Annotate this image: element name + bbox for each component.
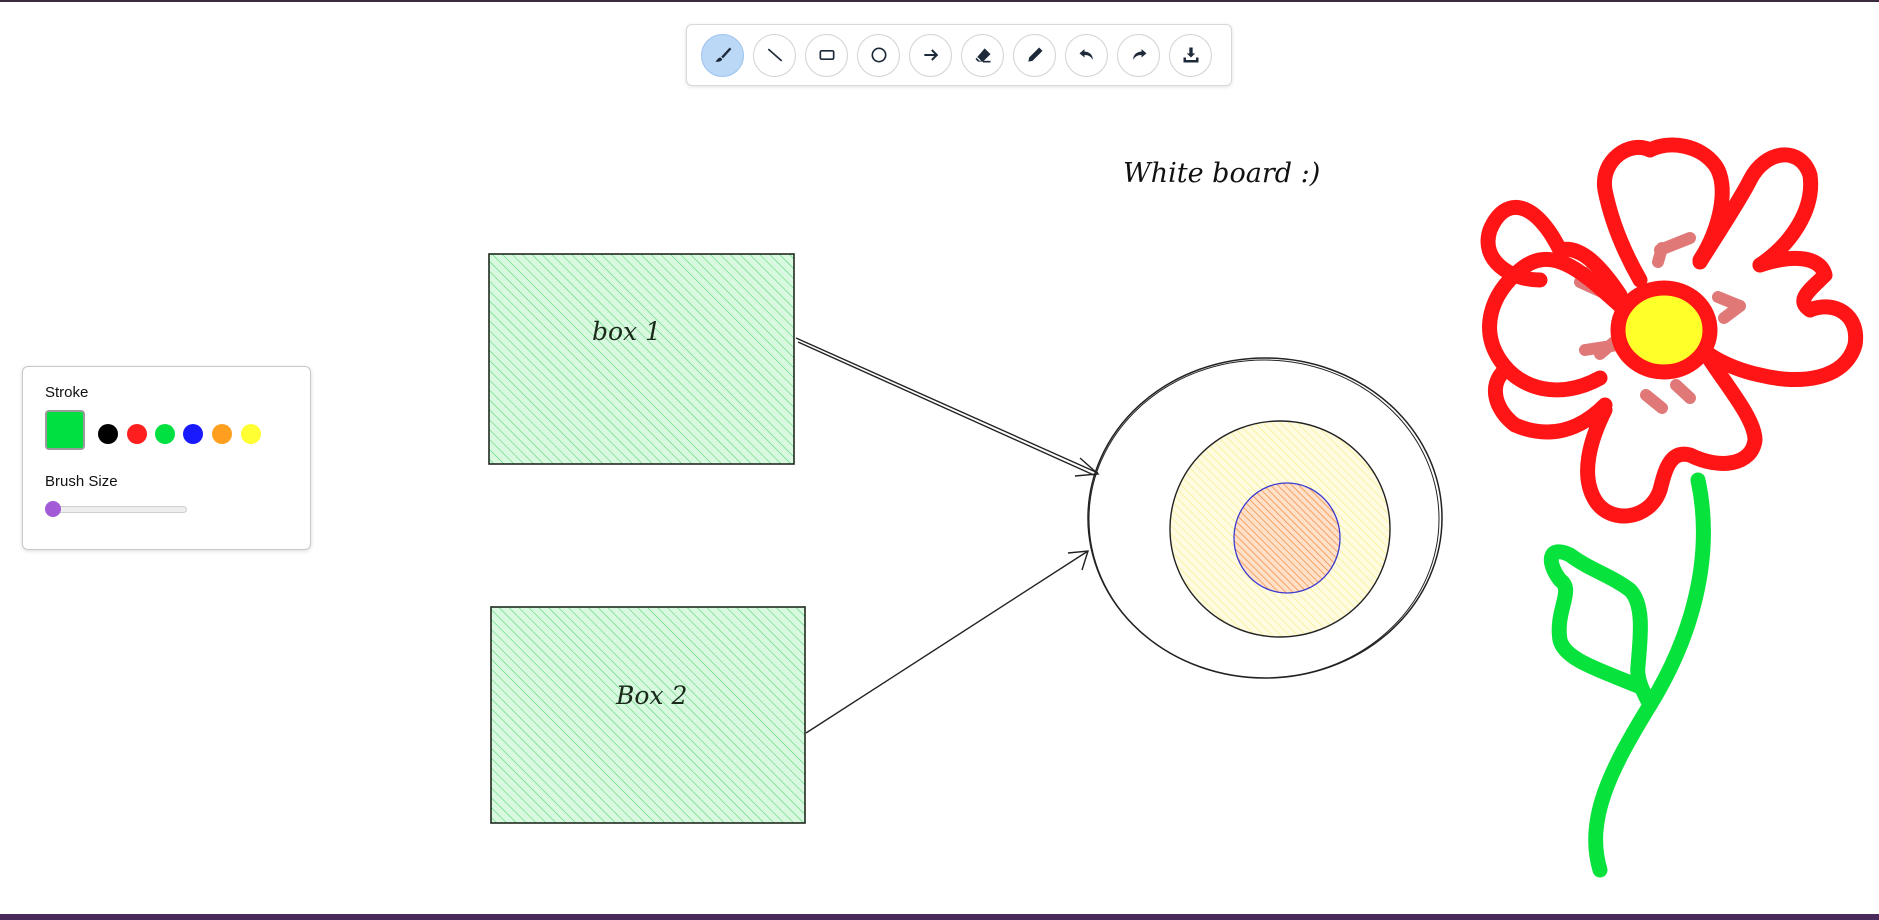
arrow-box1-to-circle[interactable] — [795, 337, 1100, 477]
rectangle-icon — [819, 50, 834, 60]
circle-tool-button[interactable] — [857, 33, 900, 77]
selected-color-swatch[interactable] — [45, 410, 85, 450]
undo-button[interactable] — [1065, 33, 1108, 77]
brush-icon — [715, 47, 731, 62]
box-2-label: Box 2 — [615, 681, 687, 710]
circle-icon — [871, 47, 886, 63]
download-button[interactable] — [1169, 33, 1212, 77]
window-bottom-border — [0, 914, 1879, 920]
redo-icon — [1132, 49, 1146, 60]
color-swatch-green[interactable] — [155, 424, 175, 444]
brush-size-slider-thumb[interactable] — [45, 501, 61, 517]
middle-circle-shape[interactable] — [1169, 420, 1391, 638]
undo-icon — [1079, 49, 1093, 60]
redo-button[interactable] — [1117, 33, 1160, 77]
rectangle-tool-button[interactable] — [805, 33, 848, 77]
stroke-settings-panel: Stroke Brush Size — [22, 366, 311, 550]
pen-icon — [1027, 47, 1042, 62]
brush-tool-button[interactable] — [701, 33, 744, 77]
box-1-shape[interactable] — [488, 253, 795, 465]
color-swatch-blue[interactable] — [183, 424, 203, 444]
outer-circle-shape[interactable] — [1087, 357, 1443, 679]
inner-circle-shape[interactable] — [1233, 482, 1341, 594]
pen-tool-button[interactable] — [1013, 33, 1056, 77]
arrow-tool-button[interactable] — [909, 33, 952, 77]
drawing-toolbar — [686, 24, 1232, 86]
brush-size-slider-track[interactable] — [47, 506, 187, 513]
color-swatch-orange[interactable] — [212, 424, 232, 444]
window-top-border — [0, 0, 1879, 2]
arrow-icon — [923, 49, 938, 61]
line-icon — [767, 48, 782, 62]
color-swatch-red[interactable] — [127, 424, 147, 444]
eraser-icon — [975, 48, 990, 63]
flower-drawing[interactable] — [1480, 137, 1864, 878]
stroke-label: Stroke — [45, 384, 89, 401]
box-2-shape[interactable] — [490, 606, 806, 824]
box-1-label: box 1 — [592, 317, 661, 346]
whiteboard-title-text: White board :) — [1123, 158, 1320, 189]
brush-size-label: Brush Size — [45, 473, 118, 490]
color-swatch-black[interactable] — [98, 424, 118, 444]
arrow-box2-to-circle[interactable] — [805, 550, 1089, 734]
eraser-tool-button[interactable] — [961, 33, 1004, 77]
color-swatch-yellow[interactable] — [241, 424, 261, 444]
download-icon — [1183, 47, 1198, 63]
line-tool-button[interactable] — [753, 33, 796, 77]
